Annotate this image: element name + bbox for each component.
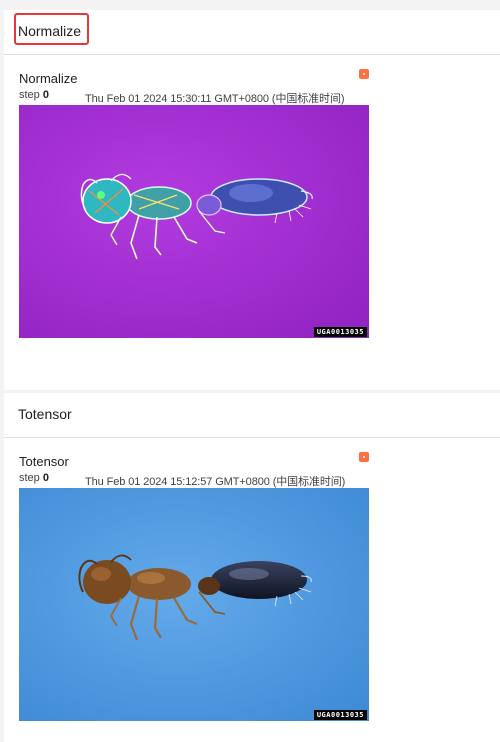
timestamp: Thu Feb 01 2024 15:30:11 GMT+0800 (中国标准时… xyxy=(85,93,345,105)
section-title: Totensor xyxy=(18,406,72,422)
step-indicator: step 0 xyxy=(19,89,49,101)
card-title: Totensor xyxy=(19,454,69,469)
page: Normalize Normalize step 0 Thu Feb 01 20… xyxy=(0,0,500,742)
section-normalize: Normalize Normalize step 0 Thu Feb 01 20… xyxy=(4,10,500,390)
card-menu-icon[interactable] xyxy=(359,452,369,462)
section-title: Normalize xyxy=(18,23,82,39)
normalized-ant-image: UGA0013035 xyxy=(19,105,369,338)
image-watermark: UGA0013035 xyxy=(313,327,367,337)
step-indicator: step 0 xyxy=(19,472,49,484)
image-watermark: UGA0013035 xyxy=(313,710,367,720)
section-header-totensor[interactable]: Totensor xyxy=(4,393,500,438)
card-title: Normalize xyxy=(19,71,78,86)
section-totensor: Totensor Totensor step 0 Thu Feb 01 2024… xyxy=(4,393,500,742)
image-card-normalize: Normalize step 0 Thu Feb 01 2024 15:30:1… xyxy=(4,69,500,371)
section-header-normalize[interactable]: Normalize xyxy=(4,10,500,55)
timestamp: Thu Feb 01 2024 15:12:57 GMT+0800 (中国标准时… xyxy=(85,476,346,488)
original-ant-image: UGA0013035 xyxy=(19,488,369,721)
image-card-totensor: Totensor step 0 Thu Feb 01 2024 15:12:57… xyxy=(4,452,500,742)
card-menu-icon[interactable] xyxy=(359,69,369,79)
